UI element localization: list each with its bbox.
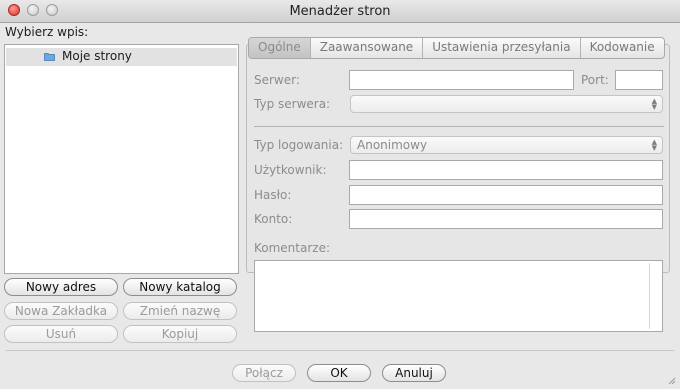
password-label: Hasło:	[254, 188, 292, 202]
logon-type-select[interactable]: Anonimowy ▲ ▼	[350, 136, 663, 154]
server-label: Serwer:	[254, 73, 300, 87]
tree-item-my-sites[interactable]: Moje strony	[6, 48, 237, 66]
port-input[interactable]	[615, 70, 663, 90]
site-tree[interactable]: Moje strony	[4, 44, 239, 274]
delete-button[interactable]: Usuń	[4, 325, 118, 343]
user-input[interactable]	[349, 160, 663, 180]
site-manager-window: Menadżer stron Wybierz wpis: Moje strony…	[0, 0, 680, 389]
window-title: Menadżer stron	[289, 4, 391, 19]
new-bookmark-button[interactable]: Nowa Zakładka	[4, 302, 118, 320]
new-address-button[interactable]: Nowy adres	[4, 278, 118, 296]
new-folder-button[interactable]: Nowy katalog	[123, 278, 237, 296]
server-type-label: Typ serwera:	[254, 97, 331, 111]
resize-grip-icon[interactable]	[666, 375, 676, 385]
tab-bar: Ogólne Zaawansowane Ustawienia przesyłan…	[248, 37, 665, 59]
footer-divider	[6, 350, 674, 351]
tab-encoding[interactable]: Kodowanie	[581, 38, 664, 58]
tree-item-label: Moje strony	[62, 49, 132, 63]
logon-type-label: Typ logowania:	[254, 138, 344, 152]
account-label: Konto:	[254, 212, 293, 226]
logon-type-value: Anonimowy	[357, 138, 428, 152]
title-bar: Menadżer stron	[0, 0, 680, 23]
folder-icon	[44, 53, 55, 61]
updown-arrows-icon: ▲ ▼	[651, 97, 657, 111]
tab-general[interactable]: Ogólne	[249, 38, 311, 58]
server-type-select[interactable]: ▲ ▼	[350, 95, 663, 113]
tab-transfer-settings[interactable]: Ustawienia przesyłania	[423, 38, 581, 58]
comments-label: Komentarze:	[254, 241, 331, 255]
tab-advanced[interactable]: Zaawansowane	[311, 38, 424, 58]
updown-arrows-icon: ▲ ▼	[651, 138, 657, 152]
ok-button[interactable]: OK	[307, 364, 371, 382]
connect-button[interactable]: Połącz	[232, 364, 296, 382]
comments-scrollbar[interactable]	[649, 263, 658, 329]
copy-button[interactable]: Kopiuj	[123, 325, 237, 343]
port-label: Port:	[581, 73, 609, 87]
account-input[interactable]	[349, 209, 663, 229]
cancel-button[interactable]: Anuluj	[382, 364, 446, 382]
select-entry-label: Wybierz wpis:	[5, 25, 89, 39]
user-label: Użytkownik:	[254, 163, 327, 177]
server-input[interactable]	[349, 70, 574, 90]
divider	[254, 126, 664, 127]
password-input[interactable]	[349, 185, 663, 205]
rename-button[interactable]: Zmień nazwę	[123, 302, 237, 320]
comments-textarea[interactable]	[254, 260, 663, 332]
